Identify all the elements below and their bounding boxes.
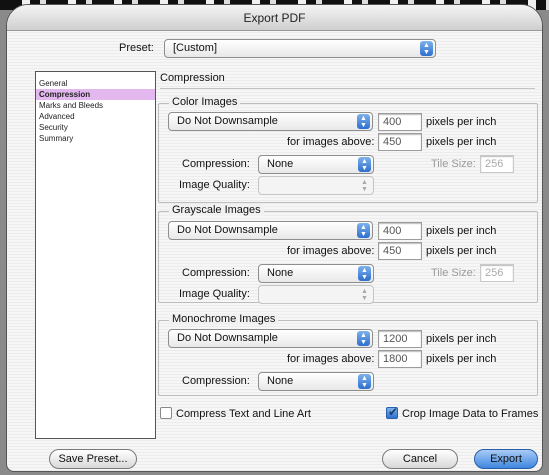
popup-arrows-icon: ▲ ▼	[361, 288, 368, 302]
sidebar-item-marks-and-bleeds[interactable]: Marks and Bleeds	[36, 100, 155, 111]
monochrome-compression-popup[interactable]: None ▲ ▼	[258, 372, 374, 391]
color-quality-label: Image Quality:	[179, 179, 250, 191]
sidebar-item-summary[interactable]: Summary	[36, 133, 155, 144]
dialog-title: Export PDF	[7, 5, 542, 31]
compress-text-checkbox[interactable]	[160, 407, 172, 419]
save-preset-button[interactable]: Save Preset...	[49, 449, 137, 469]
color-downsample-value: Do Not Downsample	[177, 115, 278, 127]
grayscale-compression-label: Compression:	[182, 267, 250, 279]
color-compression-value: None	[267, 158, 294, 170]
grayscale-ppi-unit: pixels per inch	[426, 225, 497, 237]
monochrome-above-field[interactable]: 1800	[378, 350, 422, 368]
monochrome-downsample-value: Do Not Downsample	[177, 332, 278, 344]
popup-arrows-icon: ▲ ▼	[357, 331, 370, 346]
popup-arrows-icon: ▲ ▼	[361, 179, 368, 193]
monochrome-above-unit: pixels per inch	[426, 353, 497, 365]
popup-arrows-icon: ▲ ▼	[420, 41, 433, 56]
panel-title: Compression	[160, 72, 225, 84]
color-quality-popup[interactable]: ▲ ▼	[258, 176, 374, 195]
color-above-field[interactable]: 450	[378, 133, 422, 151]
color-images-title: Color Images	[169, 96, 241, 108]
sidebar-item-advanced[interactable]: Advanced	[36, 111, 155, 122]
color-downsample-popup[interactable]: Do Not Downsample ▲ ▼	[168, 112, 373, 131]
grayscale-above-label: for images above:	[287, 245, 375, 257]
grayscale-compression-popup[interactable]: None ▲ ▼	[258, 264, 374, 283]
color-above-label: for images above:	[287, 136, 375, 148]
preset-popup[interactable]: [Custom] ▲ ▼	[164, 39, 436, 58]
popup-arrows-icon: ▲ ▼	[358, 266, 371, 281]
monochrome-compression-label: Compression:	[182, 375, 250, 387]
monochrome-ppi-field[interactable]: 1200	[378, 330, 422, 348]
panel-divider	[160, 88, 535, 89]
color-ppi-field[interactable]: 400	[378, 113, 422, 131]
grayscale-above-field[interactable]: 450	[378, 242, 422, 260]
monochrome-compression-value: None	[267, 375, 294, 387]
popup-arrows-icon: ▲ ▼	[358, 157, 371, 172]
export-button[interactable]: Export	[474, 449, 538, 469]
popup-arrows-icon: ▲ ▼	[357, 114, 370, 129]
color-tile-label: Tile Size:	[431, 158, 476, 170]
export-pdf-dialog: Export PDF Preset: [Custom] ▲ ▼ General C…	[6, 4, 543, 472]
sidebar-item-security[interactable]: Security	[36, 122, 155, 133]
compress-text-label: Compress Text and Line Art	[176, 408, 311, 420]
grayscale-downsample-popup[interactable]: Do Not Downsample ▲ ▼	[168, 221, 373, 240]
color-compression-label: Compression:	[182, 158, 250, 170]
grayscale-quality-popup[interactable]: ▲ ▼	[258, 285, 374, 304]
grayscale-above-unit: pixels per inch	[426, 245, 497, 257]
color-compression-popup[interactable]: None ▲ ▼	[258, 155, 374, 174]
grayscale-downsample-value: Do Not Downsample	[177, 224, 278, 236]
popup-arrows-icon: ▲ ▼	[358, 374, 371, 389]
grayscale-tile-label: Tile Size:	[431, 267, 476, 279]
checkmark-icon: ✔	[388, 405, 399, 419]
popup-arrows-icon: ▲ ▼	[357, 223, 370, 238]
grayscale-images-title: Grayscale Images	[169, 204, 264, 216]
cancel-button[interactable]: Cancel	[382, 449, 458, 469]
crop-image-label: Crop Image Data to Frames	[402, 408, 539, 420]
grayscale-quality-label: Image Quality:	[179, 288, 250, 300]
monochrome-downsample-popup[interactable]: Do Not Downsample ▲ ▼	[168, 329, 373, 348]
monochrome-above-label: for images above:	[287, 353, 375, 365]
sidebar-item-compression[interactable]: Compression	[36, 89, 155, 100]
color-above-unit: pixels per inch	[426, 136, 497, 148]
monochrome-images-title: Monochrome Images	[169, 313, 279, 325]
preset-value: [Custom]	[173, 42, 218, 54]
monochrome-ppi-unit: pixels per inch	[426, 333, 497, 345]
grayscale-tile-field[interactable]: 256	[480, 264, 514, 282]
preset-label: Preset:	[119, 42, 154, 54]
category-sidebar: General Compression Marks and Bleeds Adv…	[35, 71, 156, 439]
sidebar-item-general[interactable]: General	[36, 78, 155, 89]
grayscale-compression-value: None	[267, 267, 294, 279]
color-tile-field[interactable]: 256	[480, 155, 514, 173]
crop-image-checkbox[interactable]: ✔	[386, 405, 399, 419]
grayscale-ppi-field[interactable]: 400	[378, 222, 422, 240]
color-ppi-unit: pixels per inch	[426, 116, 497, 128]
